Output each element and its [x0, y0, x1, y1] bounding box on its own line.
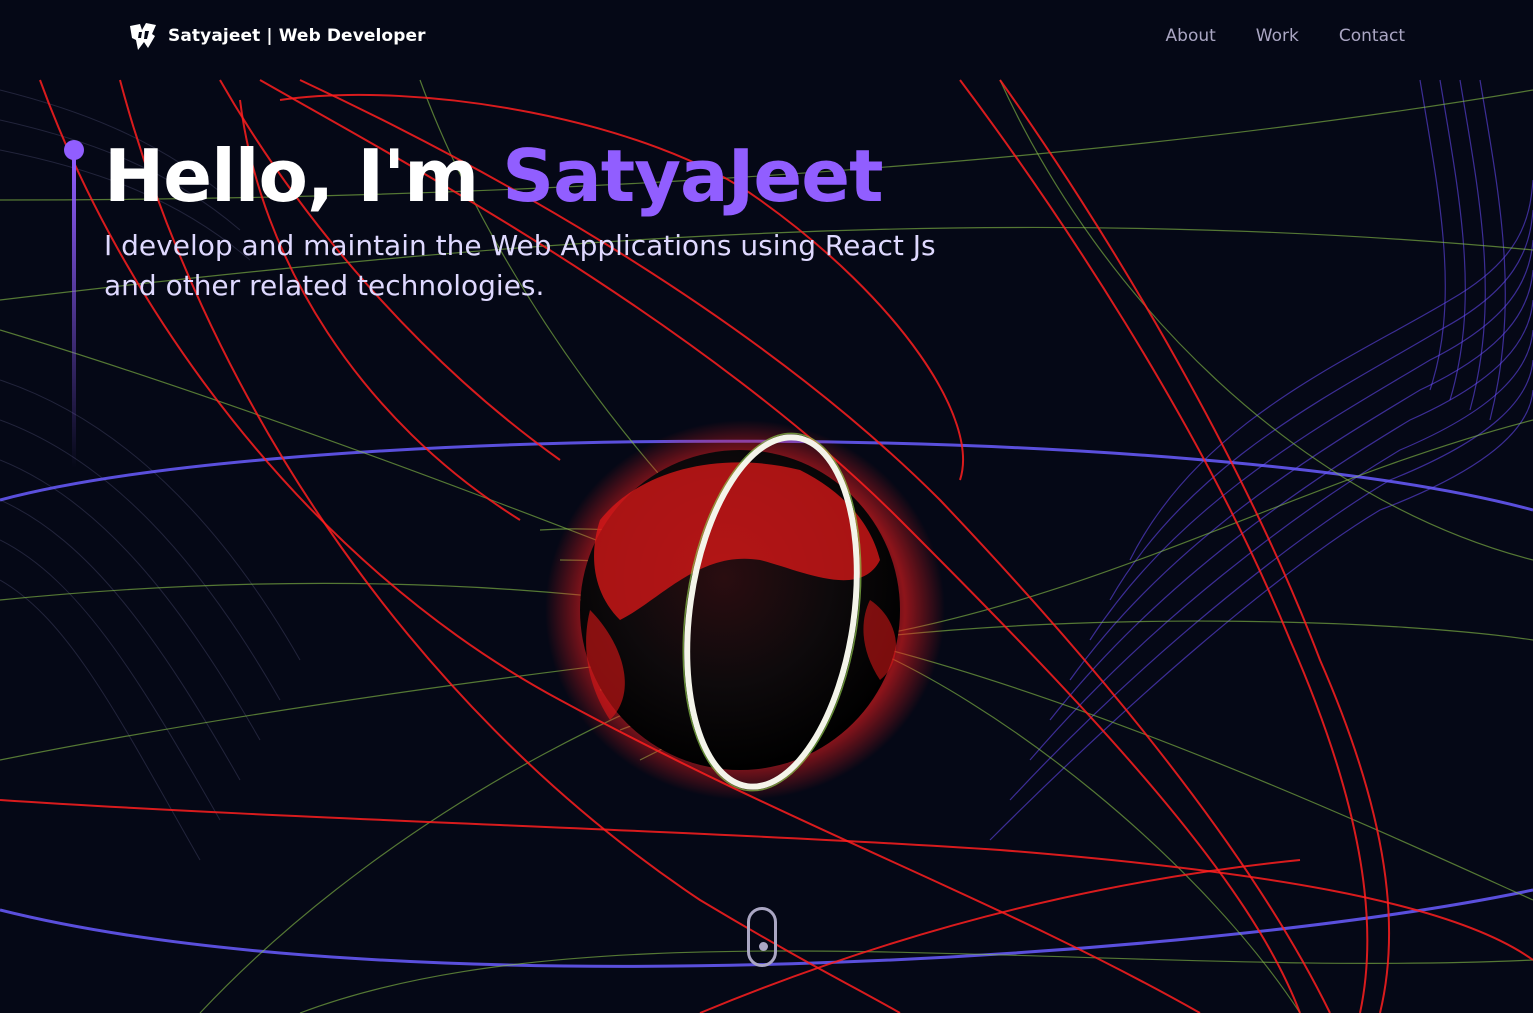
- nav-link-about[interactable]: About: [1166, 26, 1216, 46]
- hero-subtitle-line1: I develop and maintain the Web Applicati…: [104, 229, 936, 262]
- portfolio-page: Satyajeet | Web Developer About Work Con…: [0, 0, 1533, 1013]
- brand-link[interactable]: Satyajeet | Web Developer: [128, 20, 426, 52]
- hero-decor-gradient: [72, 158, 76, 468]
- brand-role: Web Developer: [278, 26, 426, 46]
- nav-link-contact[interactable]: Contact: [1339, 26, 1405, 46]
- brand-name: Satyajeet: [168, 26, 261, 46]
- hero-greeting: Hello, I'm: [104, 134, 503, 218]
- logo-icon: [130, 23, 156, 50]
- hero-text: Hello, I'm SatyaJeet I develop and maint…: [104, 130, 1024, 306]
- nav-link-work[interactable]: Work: [1256, 26, 1299, 46]
- mouse-scroll-icon[interactable]: [747, 907, 777, 967]
- brand-separator: |: [266, 26, 273, 46]
- purple-wave-lines: [989, 79, 1533, 841]
- hero-subtitle: I develop and maintain the Web Applicati…: [104, 226, 1024, 306]
- hero-decor-line: [64, 140, 84, 470]
- scroll-dot: [759, 942, 768, 951]
- hero-name: SatyaJeet: [502, 134, 883, 218]
- nav-links: About Work Contact: [1166, 26, 1405, 46]
- brand-title: Satyajeet | Web Developer: [168, 26, 426, 46]
- hero-subtitle-line2: and other related technologies.: [104, 269, 545, 302]
- hero-title: Hello, I'm SatyaJeet: [104, 130, 1024, 222]
- hero-decor-dot: [64, 140, 84, 160]
- earth-globe: [545, 420, 945, 800]
- navbar: Satyajeet | Web Developer About Work Con…: [0, 0, 1533, 76]
